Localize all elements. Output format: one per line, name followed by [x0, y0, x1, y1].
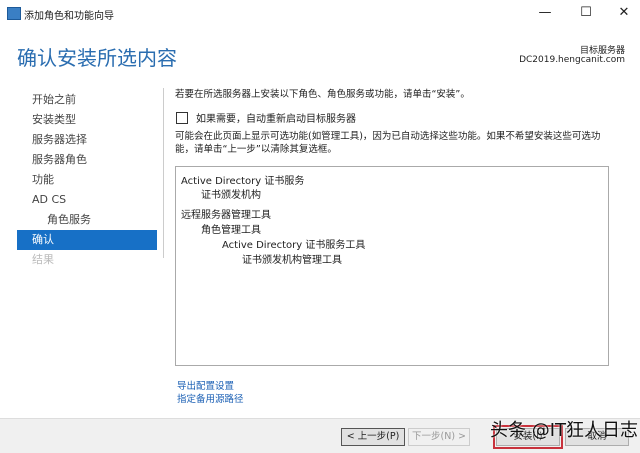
alternate-source-link[interactable]: 指定备用源路径: [177, 391, 244, 405]
wizard-nav: 开始之前 安装类型 服务器选择 服务器角色 功能 AD CS 角色服务 确认 结…: [17, 90, 157, 270]
target-server-name: DC2019.hengcanit.com: [519, 55, 625, 65]
nav-installation-type[interactable]: 安装类型: [17, 110, 157, 130]
list-item: Active Directory 证书服务: [181, 176, 305, 187]
list-item: 证书颁发机构管理工具: [242, 255, 342, 266]
nav-server-selection[interactable]: 服务器选择: [17, 130, 157, 150]
previous-button[interactable]: < 上一步(P): [341, 428, 405, 446]
list-item: 证书颁发机构: [201, 190, 261, 201]
nav-ad-cs[interactable]: AD CS: [17, 190, 157, 210]
nav-confirmation[interactable]: 确认: [17, 230, 157, 250]
next-button: 下一步(N) >: [408, 428, 470, 446]
export-config-link[interactable]: 导出配置设置: [177, 378, 234, 392]
close-button[interactable]: ✕: [604, 2, 640, 24]
app-icon: [7, 7, 21, 20]
maximize-button[interactable]: ☐: [566, 2, 606, 24]
nav-role-services[interactable]: 角色服务: [17, 210, 157, 230]
selection-list: Active Directory 证书服务 证书颁发机构 远程服务器管理工具 角…: [175, 166, 609, 366]
nav-server-roles[interactable]: 服务器角色: [17, 150, 157, 170]
intro-text: 若要在所选服务器上安装以下角色、角色服务或功能，请单击“安装”。: [175, 89, 470, 100]
list-item: 角色管理工具: [201, 225, 261, 236]
restart-label[interactable]: 如果需要，自动重新启动目标服务器: [196, 110, 356, 125]
watermark: 头条 @IT狂人日志: [490, 420, 639, 441]
nav-features[interactable]: 功能: [17, 170, 157, 190]
nav-results: 结果: [32, 253, 54, 266]
divider: [163, 88, 164, 258]
list-item: Active Directory 证书服务工具: [222, 240, 366, 251]
minimize-button[interactable]: —: [525, 2, 565, 24]
list-item: 远程服务器管理工具: [181, 210, 271, 221]
title-bar: 添加角色和功能向导 — ☐ ✕: [0, 0, 640, 28]
optional-features-note: 可能会在此页面上显示可选功能(如管理工具)，因为已自动选择这些功能。如果不希望安…: [175, 131, 601, 155]
nav-before-you-begin[interactable]: 开始之前: [17, 90, 157, 110]
page-title: 确认安装所选内容: [17, 46, 177, 70]
window-title: 添加角色和功能向导: [24, 11, 114, 22]
restart-checkbox[interactable]: [176, 112, 188, 124]
